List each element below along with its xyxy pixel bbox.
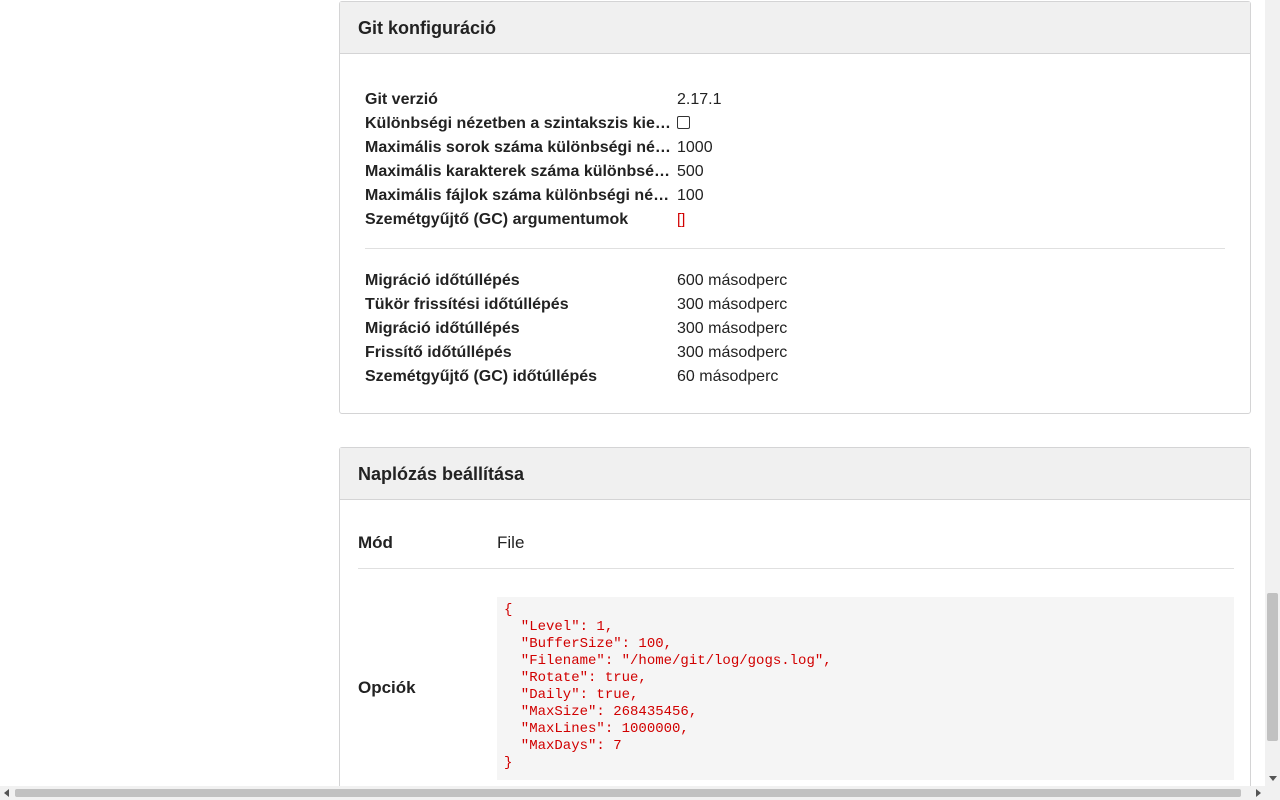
migrate-timeout-row: Migráció időtúllépés 600 másodperc [365,269,1225,293]
pull-timeout-value: 300 másodperc [677,344,788,361]
gc-timeout-label: Szemétgyűjtő (GC) időtúllépés [365,368,598,385]
max-diff-chars-row: Maximális karakterek száma különbségi né… [365,160,1225,184]
log-config-panel: Naplózás beállítása Mód File Opciók { "L… [339,447,1251,793]
max-diff-files-value: 100 [677,187,704,204]
max-diff-files-label: Maximális fájlok száma különbségi nézetb… [365,187,675,204]
max-diff-chars-label: Maximális karakterek száma különbségi né… [365,163,675,180]
log-mode-label: Mód [358,533,393,552]
git-version-row: Git verzió 2.17.1 [365,88,1225,112]
log-config-title: Naplózás beállítása [340,448,1250,500]
mirror-timeout-row: Tükör frissítési időtúllépés 300 másodpe… [365,293,1225,317]
vertical-scrollbar[interactable] [1265,0,1280,786]
migrate-timeout-2-row: Migráció időtúllépés 300 másodperc [365,317,1225,341]
gc-timeout-row: Szemétgyűjtő (GC) időtúllépés 60 másodpe… [365,365,1225,389]
log-options-label: Opciók [358,678,416,697]
gc-timeout-value: 60 másodperc [677,368,779,385]
max-diff-lines-row: Maximális sorok száma különbségi nézetbe… [365,136,1225,160]
scroll-right-arrow-icon[interactable] [1256,789,1261,797]
log-options-json: { "Level": 1, "BufferSize": 100, "Filena… [497,597,1234,780]
git-version-label: Git verzió [365,91,438,108]
vertical-scrollbar-thumb[interactable] [1267,593,1278,741]
max-diff-lines-value: 1000 [677,139,713,156]
git-config-panel: Git konfiguráció Git verzió 2.17.1 Külön… [339,1,1251,414]
pull-timeout-row: Frissítő időtúllépés 300 másodperc [365,341,1225,365]
scroll-left-arrow-icon[interactable] [4,789,9,797]
scroll-down-arrow-icon[interactable] [1269,776,1277,781]
git-section-divider [365,248,1225,249]
max-diff-chars-value: 500 [677,163,704,180]
pull-timeout-label: Frissítő időtúllépés [365,344,512,361]
migrate-timeout-label: Migráció időtúllépés [365,272,520,289]
mirror-timeout-value: 300 másodperc [677,296,788,313]
migrate-timeout-value: 600 másodperc [677,272,788,289]
git-config-title: Git konfiguráció [340,2,1250,54]
gc-args-row: Szemétgyűjtő (GC) argumentumok [] [365,208,1225,232]
horizontal-scrollbar[interactable] [0,786,1280,800]
gc-args-label: Szemétgyűjtő (GC) argumentumok [365,211,629,228]
mirror-timeout-label: Tükör frissítési időtúllépés [365,296,569,313]
max-diff-lines-label: Maximális sorok száma különbségi nézetbe… [365,139,675,156]
migrate-timeout-2-label: Migráció időtúllépés [365,320,520,337]
disable-highlight-row: Különbségi nézetben a szintakszis kiemel… [365,112,1225,136]
gc-args-value: [] [677,211,686,228]
max-diff-files-row: Maximális fájlok száma különbségi nézetb… [365,184,1225,208]
log-mode-value: File [497,533,525,552]
disable-highlight-checkbox[interactable] [677,116,690,129]
disable-highlight-label: Különbségi nézetben a szintakszis kiemel… [365,115,675,132]
disable-highlight-value-cell [677,112,690,136]
git-version-value: 2.17.1 [677,91,722,108]
horizontal-scrollbar-thumb[interactable] [15,789,1241,797]
log-section-divider [358,568,1234,569]
migrate-timeout-2-value: 300 másodperc [677,320,788,337]
